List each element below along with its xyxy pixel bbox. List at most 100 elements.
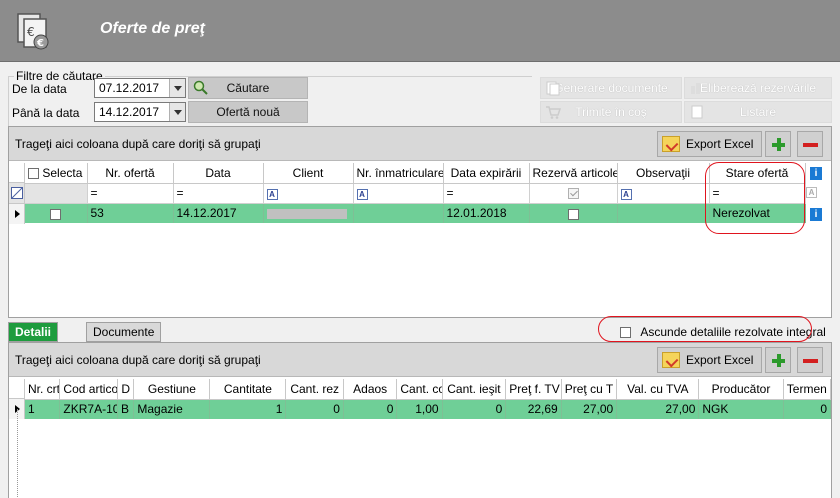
offers-filter-row: = = A A = A = — [25, 183, 806, 204]
filter-plate[interactable]: A — [353, 183, 444, 204]
details-header-corner — [9, 379, 25, 399]
details-add-button[interactable] — [765, 347, 791, 373]
offers-add-button[interactable] — [765, 131, 791, 157]
offers-export-label: Export Excel — [686, 137, 754, 151]
column-header-qty-reserved[interactable]: Cant. rez — [285, 379, 344, 400]
column-header-offer-nr[interactable]: Nr. ofertă — [87, 163, 174, 184]
offers-group-text: Trageţi aici coloana după care doriţi să… — [15, 137, 261, 151]
offers-header-row: Selecta Nr. ofertă Data Client Nr. înmat… — [25, 163, 806, 184]
text-filter-icon[interactable]: A — [620, 189, 632, 200]
row-pointer-icon — [15, 210, 20, 218]
filters-legend: Filtre de căutare — [14, 69, 105, 83]
text-filter-icon[interactable]: A — [266, 189, 278, 200]
cart-icon — [546, 106, 561, 119]
column-header-d[interactable]: D — [117, 379, 135, 400]
offers-export-excel-button[interactable]: Export Excel — [657, 131, 763, 157]
status-annotation-ellipse — [705, 162, 805, 234]
filter-observations[interactable]: A — [617, 183, 710, 204]
list-button[interactable]: Listare — [684, 101, 832, 123]
to-date-input[interactable]: 14.12.2017 — [94, 102, 186, 122]
search-filters: Filtre de căutare De la data 07.12.2017 … — [8, 69, 832, 126]
details-group-panel[interactable]: Trageţi aici coloana după care doriţi să… — [9, 343, 831, 377]
release-reservations-button[interactable]: Eliberează rezervările — [684, 77, 832, 99]
to-date-dropdown-icon[interactable] — [169, 103, 185, 121]
filter-clear-icon[interactable] — [11, 187, 23, 199]
details-group-text: Trageţi aici coloana după care doriţi să… — [15, 353, 261, 367]
tab-generated-documents[interactable]: Documente generate — [86, 322, 162, 357]
reserve-filter-checkbox[interactable] — [567, 188, 579, 200]
title-bar: € € Oferte de preţ — [0, 0, 840, 62]
column-header-quantity[interactable]: Cantitate — [209, 379, 287, 400]
cell-client — [263, 203, 354, 223]
details-export-excel-button[interactable]: Export Excel — [657, 347, 763, 373]
row-select-cell[interactable] — [25, 203, 88, 223]
column-header-price-vat[interactable]: Preţ cu T — [561, 379, 618, 400]
column-header-qty-out[interactable]: Cant. ieşit — [442, 379, 507, 400]
filter-offer-nr[interactable]: = — [87, 183, 174, 204]
table-row[interactable]: 53 14.12.2017 12.01.2018 Nerezolvat — [25, 203, 806, 223]
cell-qty-out: 0 — [442, 399, 507, 419]
table-row[interactable]: 1 ZKR7A-10 B Magazie 1 0 0 1,00 0 22,69 … — [25, 399, 832, 419]
column-header-plate[interactable]: Nr. înmatriculare — [353, 163, 444, 184]
filter-options-icon[interactable]: A — [806, 187, 817, 198]
cell-date: 14.12.2017 — [173, 203, 264, 223]
generate-documents-button[interactable]: Generare documente — [540, 77, 682, 99]
cell-management: Magazie — [133, 399, 211, 419]
filter-date[interactable]: = — [173, 183, 264, 204]
column-chooser-info-icon[interactable]: i — [810, 167, 822, 180]
svg-text:€: € — [36, 38, 44, 49]
send-to-cart-button[interactable]: Trimite în coş — [540, 101, 682, 123]
search-button[interactable]: Căutare — [188, 77, 308, 99]
search-icon — [193, 80, 208, 95]
from-date-input[interactable]: 07.12.2017 — [94, 78, 186, 98]
from-date-dropdown-icon[interactable] — [169, 79, 185, 97]
column-header-nr-crt[interactable]: Nr. crt. — [25, 379, 61, 400]
column-header-observations[interactable]: Observaţii — [617, 163, 710, 184]
column-header-select[interactable]: Selecta — [25, 163, 88, 184]
equals-filter-icon[interactable]: = — [447, 186, 454, 200]
column-header-select-label: Selecta — [42, 165, 83, 180]
current-row-indicator[interactable] — [9, 204, 25, 224]
list-label: Listare — [739, 105, 777, 119]
filter-reserve[interactable] — [529, 183, 618, 204]
excel-export-icon — [662, 352, 680, 368]
cell-d: B — [117, 399, 135, 419]
column-header-reserve[interactable]: Rezervă articole — [529, 163, 618, 184]
release-icon — [691, 83, 700, 94]
offers-group-panel[interactable]: Trageţi aici coloana după care doriţi să… — [9, 127, 831, 161]
cell-markup: 0 — [343, 399, 398, 419]
filter-client[interactable]: A — [263, 183, 354, 204]
column-header-markup[interactable]: Adaos — [343, 379, 398, 400]
reserve-checkbox[interactable] — [567, 208, 579, 220]
cell-nr-crt: 1 — [25, 399, 61, 419]
equals-filter-icon[interactable]: = — [91, 186, 98, 200]
tree-line — [17, 409, 18, 498]
details-remove-button[interactable] — [797, 347, 823, 373]
details-grid-panel: Trageţi aici coloana după care doriţi să… — [8, 342, 832, 498]
column-header-expiry[interactable]: Data expirării — [443, 163, 530, 184]
column-header-producer[interactable]: Producător — [698, 379, 784, 400]
page-title: Oferte de preţ — [100, 20, 205, 37]
column-header-date[interactable]: Data — [173, 163, 264, 184]
column-header-item-code[interactable]: Cod articol — [59, 379, 118, 400]
select-all-checkbox[interactable] — [28, 168, 39, 180]
equals-filter-icon[interactable]: = — [177, 186, 184, 200]
column-header-value-vat[interactable]: Val. cu TVA — [616, 379, 700, 400]
column-header-management[interactable]: Gestiune — [133, 379, 211, 400]
from-date-label: De la data — [12, 82, 67, 96]
column-header-client[interactable]: Client — [263, 163, 354, 184]
cell-reserve[interactable] — [529, 203, 618, 223]
new-offer-button[interactable]: Ofertă nouă — [188, 101, 308, 123]
column-header-qty-ordered[interactable]: Cant. co — [396, 379, 443, 400]
text-filter-icon[interactable]: A — [356, 189, 368, 200]
search-button-label: Căutare — [226, 81, 270, 95]
details-table: Nr. crt. Cod articol D Gestiune Cantitat… — [25, 379, 832, 419]
filter-expiry[interactable]: = — [443, 183, 530, 204]
offers-remove-button[interactable] — [797, 131, 823, 157]
column-header-term[interactable]: Termen — [783, 379, 832, 400]
tab-offer-details[interactable]: Detalii ofertă — [8, 322, 59, 357]
row-info-icon[interactable]: i — [810, 208, 822, 221]
column-header-price-net[interactable]: Preţ f. TV — [505, 379, 562, 400]
cell-qty-ordered: 1,00 — [396, 399, 443, 419]
row-select-checkbox[interactable] — [50, 208, 62, 220]
